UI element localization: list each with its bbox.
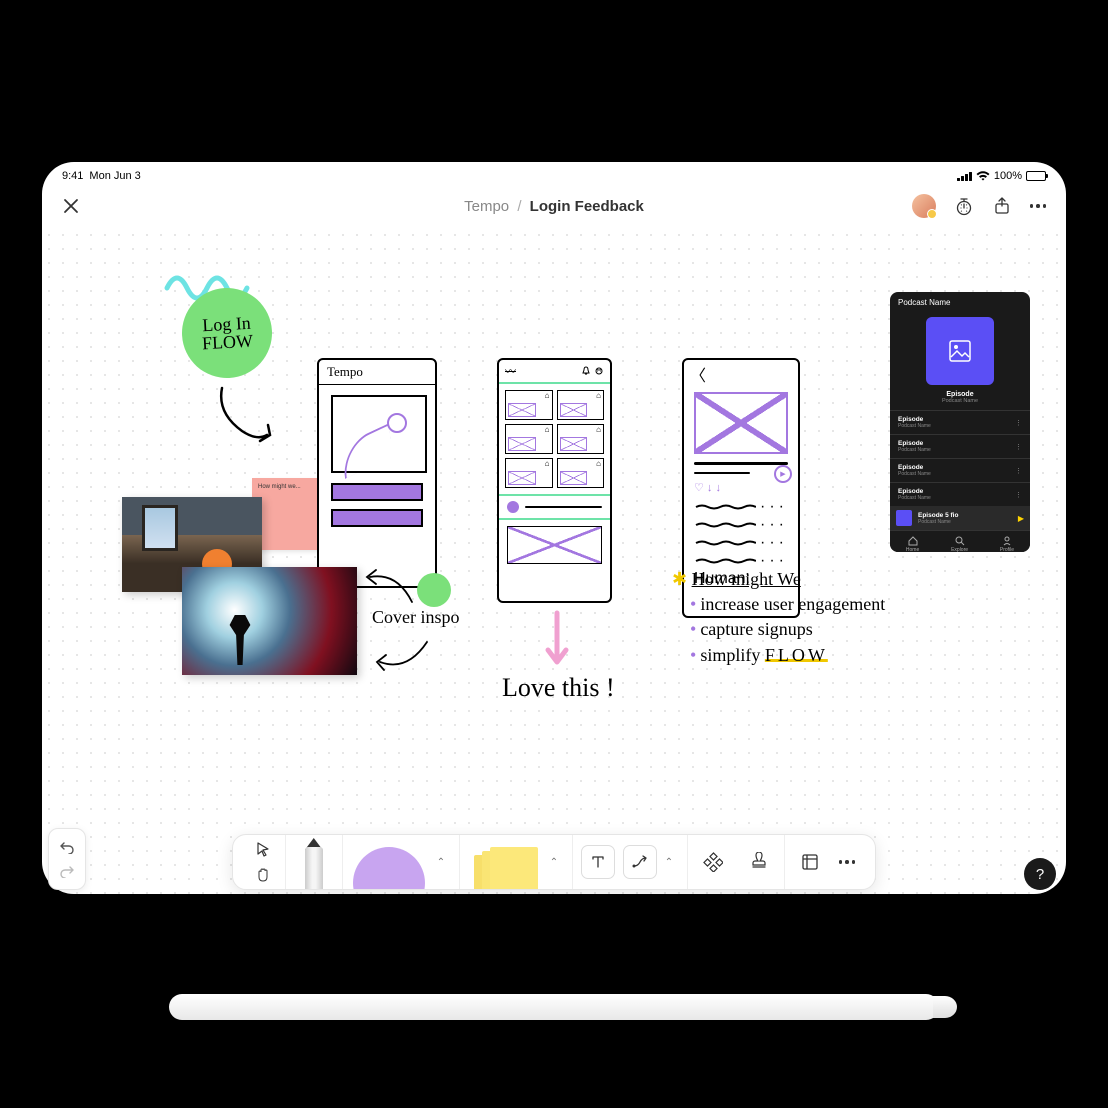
toolbar-container: ⌃ ⌃ ⌃ ? bbox=[28, 834, 1080, 890]
status-time: 9:41 bbox=[62, 170, 83, 182]
inspo-photo-2[interactable] bbox=[182, 567, 357, 675]
screen: 9:41 Mon Jun 3 100% Tempo / Login Feedba… bbox=[42, 162, 1066, 894]
home-indicator[interactable] bbox=[454, 899, 654, 903]
sticky-note-pink[interactable]: How might we... bbox=[252, 478, 324, 550]
stamp-tool[interactable] bbox=[742, 845, 776, 879]
cover-inspo-note[interactable]: Cover inspo bbox=[372, 607, 460, 628]
chevron-up-icon[interactable]: ⌃ bbox=[665, 857, 679, 868]
chevron-up-icon[interactable]: ⌃ bbox=[550, 857, 564, 868]
undo-button[interactable] bbox=[49, 835, 85, 859]
arrow-icon bbox=[212, 383, 282, 448]
arrow-icon bbox=[372, 637, 432, 677]
wifi-icon bbox=[976, 171, 990, 181]
close-icon[interactable] bbox=[62, 197, 80, 215]
frame-tool[interactable] bbox=[793, 845, 827, 879]
redo-button[interactable] bbox=[49, 859, 85, 883]
avatar[interactable] bbox=[912, 194, 936, 218]
share-icon[interactable] bbox=[992, 196, 1012, 216]
podcast-cover bbox=[926, 317, 994, 385]
tab-explore: Explore bbox=[951, 536, 968, 552]
shape-tool[interactable] bbox=[351, 834, 427, 889]
text-tool[interactable] bbox=[581, 845, 615, 879]
navbar: Tempo / Login Feedback bbox=[42, 184, 1066, 228]
undo-redo-panel bbox=[48, 828, 86, 890]
help-button[interactable]: ? bbox=[1024, 858, 1056, 890]
more-tools-icon[interactable] bbox=[839, 860, 856, 864]
hand-tool[interactable] bbox=[249, 863, 277, 887]
battery-percent: 100% bbox=[994, 170, 1022, 182]
play-icon: ▶ bbox=[1018, 514, 1024, 523]
connector-tool[interactable] bbox=[623, 845, 657, 879]
widgets-tool[interactable] bbox=[696, 845, 730, 879]
green-marker[interactable] bbox=[417, 573, 451, 607]
wireframe-login[interactable]: Tempo bbox=[317, 358, 437, 588]
apple-pencil bbox=[169, 994, 939, 1020]
timer-icon[interactable] bbox=[954, 196, 974, 216]
chevron-up-icon[interactable]: ⌃ bbox=[437, 857, 451, 868]
wireframe-image-placeholder bbox=[331, 395, 427, 473]
main-toolbar: ⌃ ⌃ ⌃ bbox=[232, 834, 877, 890]
tab-profile: Profile bbox=[1000, 536, 1014, 552]
wireframe-grid[interactable]: 〰 bbox=[497, 358, 612, 603]
arrow-icon bbox=[362, 562, 417, 607]
wireframe-button bbox=[331, 509, 423, 527]
select-tool[interactable] bbox=[249, 837, 277, 861]
love-this-note[interactable]: Love this ! bbox=[502, 673, 615, 703]
breadcrumb-parent: Tempo bbox=[464, 198, 509, 215]
status-date: Mon Jun 3 bbox=[89, 170, 140, 182]
play-icon: ▶ bbox=[774, 465, 792, 483]
more-icon[interactable] bbox=[1030, 204, 1047, 208]
how-might-we-note[interactable]: ✱ How might We •increase user engagement… bbox=[672, 567, 885, 668]
breadcrumb-current: Login Feedback bbox=[530, 198, 644, 215]
cellular-icon bbox=[957, 172, 972, 181]
tab-home: Home bbox=[906, 536, 919, 552]
battery-icon bbox=[1026, 171, 1046, 181]
breadcrumb[interactable]: Tempo / Login Feedback bbox=[262, 198, 846, 215]
ipad-frame: 9:41 Mon Jun 3 100% Tempo / Login Feedba… bbox=[28, 148, 1080, 908]
pencil-tool[interactable] bbox=[294, 834, 334, 889]
wireframe-button bbox=[331, 483, 423, 501]
podcast-mockup[interactable]: Podcast Name Episode Podcast Name Episod… bbox=[890, 292, 1030, 552]
pink-arrow-icon bbox=[542, 608, 572, 673]
status-bar: 9:41 Mon Jun 3 100% bbox=[42, 162, 1066, 184]
sticky-note-tool[interactable] bbox=[468, 834, 540, 889]
